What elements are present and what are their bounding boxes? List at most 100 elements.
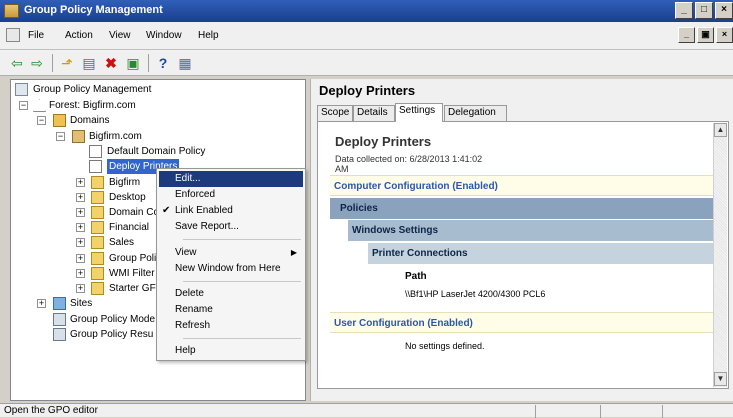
status-text: Open the GPO editor [4,405,98,416]
menu-help[interactable]: Help [198,30,219,41]
menu-item-refresh[interactable]: Refresh [159,318,303,334]
window-title: Group Policy Management [24,4,163,16]
computer-config-header[interactable]: Computer Configuration (Enabled) [330,175,713,196]
domain-icon [72,130,85,143]
menu-view[interactable]: View [109,30,131,41]
expand-icon[interactable]: + [76,284,85,293]
menu-item-link-enabled[interactable]: ✔ Link Enabled [159,203,303,219]
menu-separator [183,338,301,339]
collected-date-suffix: AM [335,164,349,174]
windows-settings-header[interactable]: Windows Settings [348,220,713,241]
forward-icon[interactable]: ⇨ [28,54,46,72]
menu-item-new-window[interactable]: New Window from Here [159,261,303,277]
menu-action[interactable]: Action [65,30,93,41]
collapse-icon[interactable]: − [19,101,28,110]
console-icon [15,83,28,96]
results-icon [53,328,66,341]
printer-path-value: \\Bf1\HP LaserJet 4200/4300 PCL6 [405,289,546,299]
menu-item-enforced[interactable]: Enforced [159,187,303,203]
scroll-up-icon[interactable]: ▲ [714,123,727,137]
tree-label: Starter GF [109,283,156,294]
console-doc-icon[interactable] [6,28,20,42]
menu-file[interactable]: File [28,30,44,41]
menu-item-rename[interactable]: Rename [159,302,303,318]
menu-item-label: Link Enabled [175,205,233,216]
tab-scope[interactable]: Scope [317,105,353,121]
tree-label: Domain Cc [109,207,159,218]
ou-folder-icon [91,191,104,204]
expand-icon[interactable]: + [76,238,85,247]
scroll-down-icon[interactable]: ▼ [714,372,727,386]
expand-icon[interactable]: + [76,269,85,278]
tree-label: Forest: Bigfirm.com [49,100,136,111]
tab-delegation[interactable]: Delegation [444,105,507,121]
printer-connections-header[interactable]: Printer Connections [368,243,713,264]
menu-item-view[interactable]: View ▶ [159,245,303,261]
menu-window[interactable]: Window [146,30,182,41]
menu-item-save-report[interactable]: Save Report... [159,219,303,235]
ou-folder-icon [91,236,104,249]
collected-date-text: Data collected on: 6/28/2013 1:41:02 [335,154,483,164]
ou-folder-icon [91,221,104,234]
no-settings-text: No settings defined. [405,341,485,351]
gpo-container-icon [91,252,104,265]
tree-label: Domains [70,115,110,126]
delete-icon[interactable]: ✖ [102,54,120,72]
refresh-icon[interactable]: ▣ [124,54,142,72]
user-config-header[interactable]: User Configuration (Enabled) [330,312,713,333]
status-divider [535,405,536,418]
tree-label: Group Policy Mode [70,314,156,325]
tree-label: Default Domain Policy [107,146,206,157]
expand-icon[interactable]: + [76,223,85,232]
policies-header[interactable]: Policies [330,198,713,219]
expand-icon[interactable]: + [76,178,85,187]
menu-separator [183,239,301,240]
collapse-icon[interactable]: − [37,116,46,125]
mdi-restore-button[interactable]: ▣ [697,27,714,43]
report-title: Deploy Printers [335,134,432,149]
tab-details[interactable]: Details [353,105,395,121]
up-icon[interactable]: ⬏ [58,54,76,72]
menu-item-help[interactable]: Help [159,343,303,359]
expand-icon[interactable]: + [76,254,85,263]
help-icon[interactable]: ? [154,54,172,72]
settings-report: Deploy Printers Data collected on: 6/28/… [317,121,729,389]
toolbar: ⇦ ⇨ ⬏ ▤ ✖ ▣ ? ▦ [0,50,733,76]
expand-icon[interactable]: + [37,299,46,308]
tree-label: WMI Filter [109,268,155,279]
maximize-button[interactable]: □ [695,2,713,19]
show-hide-tree-icon[interactable]: ▤ [80,54,98,72]
checkmark-icon: ✔ [162,205,171,216]
menu-separator [183,281,301,282]
menu-item-label: View [175,247,197,258]
context-menu: Edit... Enforced ✔ Link Enabled Save Rep… [156,168,306,361]
menu-bar: File Action View Window Help _ ▣ × [0,22,733,50]
tree-label: Bigfirm [109,177,141,188]
ou-folder-icon [91,176,104,189]
properties-icon[interactable]: ▦ [176,54,194,72]
modeling-icon [53,313,66,326]
gpo-link-icon [89,145,102,158]
report-scrollbar[interactable]: ▲ ▼ [713,123,727,387]
details-pane: Deploy Printers Scope Details Settings D… [310,79,733,401]
tree-label: Financial [109,222,150,233]
menu-item-edit[interactable]: Edit... [159,171,303,187]
menu-item-delete[interactable]: Delete [159,286,303,302]
expand-icon[interactable]: + [76,208,85,217]
pane-title: Deploy Printers [319,83,416,98]
tab-settings[interactable]: Settings [395,103,443,122]
back-icon[interactable]: ⇦ [8,54,26,72]
collapse-icon[interactable]: − [56,132,65,141]
tree-label: Sites [70,298,93,309]
mdi-minimize-button[interactable]: _ [678,27,695,43]
toolbar-separator [52,54,53,72]
minimize-button[interactable]: _ [675,2,693,19]
sites-icon [53,297,66,310]
mdi-close-button[interactable]: × [716,27,733,43]
report-collected-date: Data collected on: 6/28/2013 1:41:02 AM [335,154,535,174]
gpo-link-icon [89,160,102,173]
gpmc-app-icon [4,4,19,18]
close-button[interactable]: × [715,2,733,19]
expand-icon[interactable]: + [76,193,85,202]
starter-gpo-icon [91,282,104,295]
